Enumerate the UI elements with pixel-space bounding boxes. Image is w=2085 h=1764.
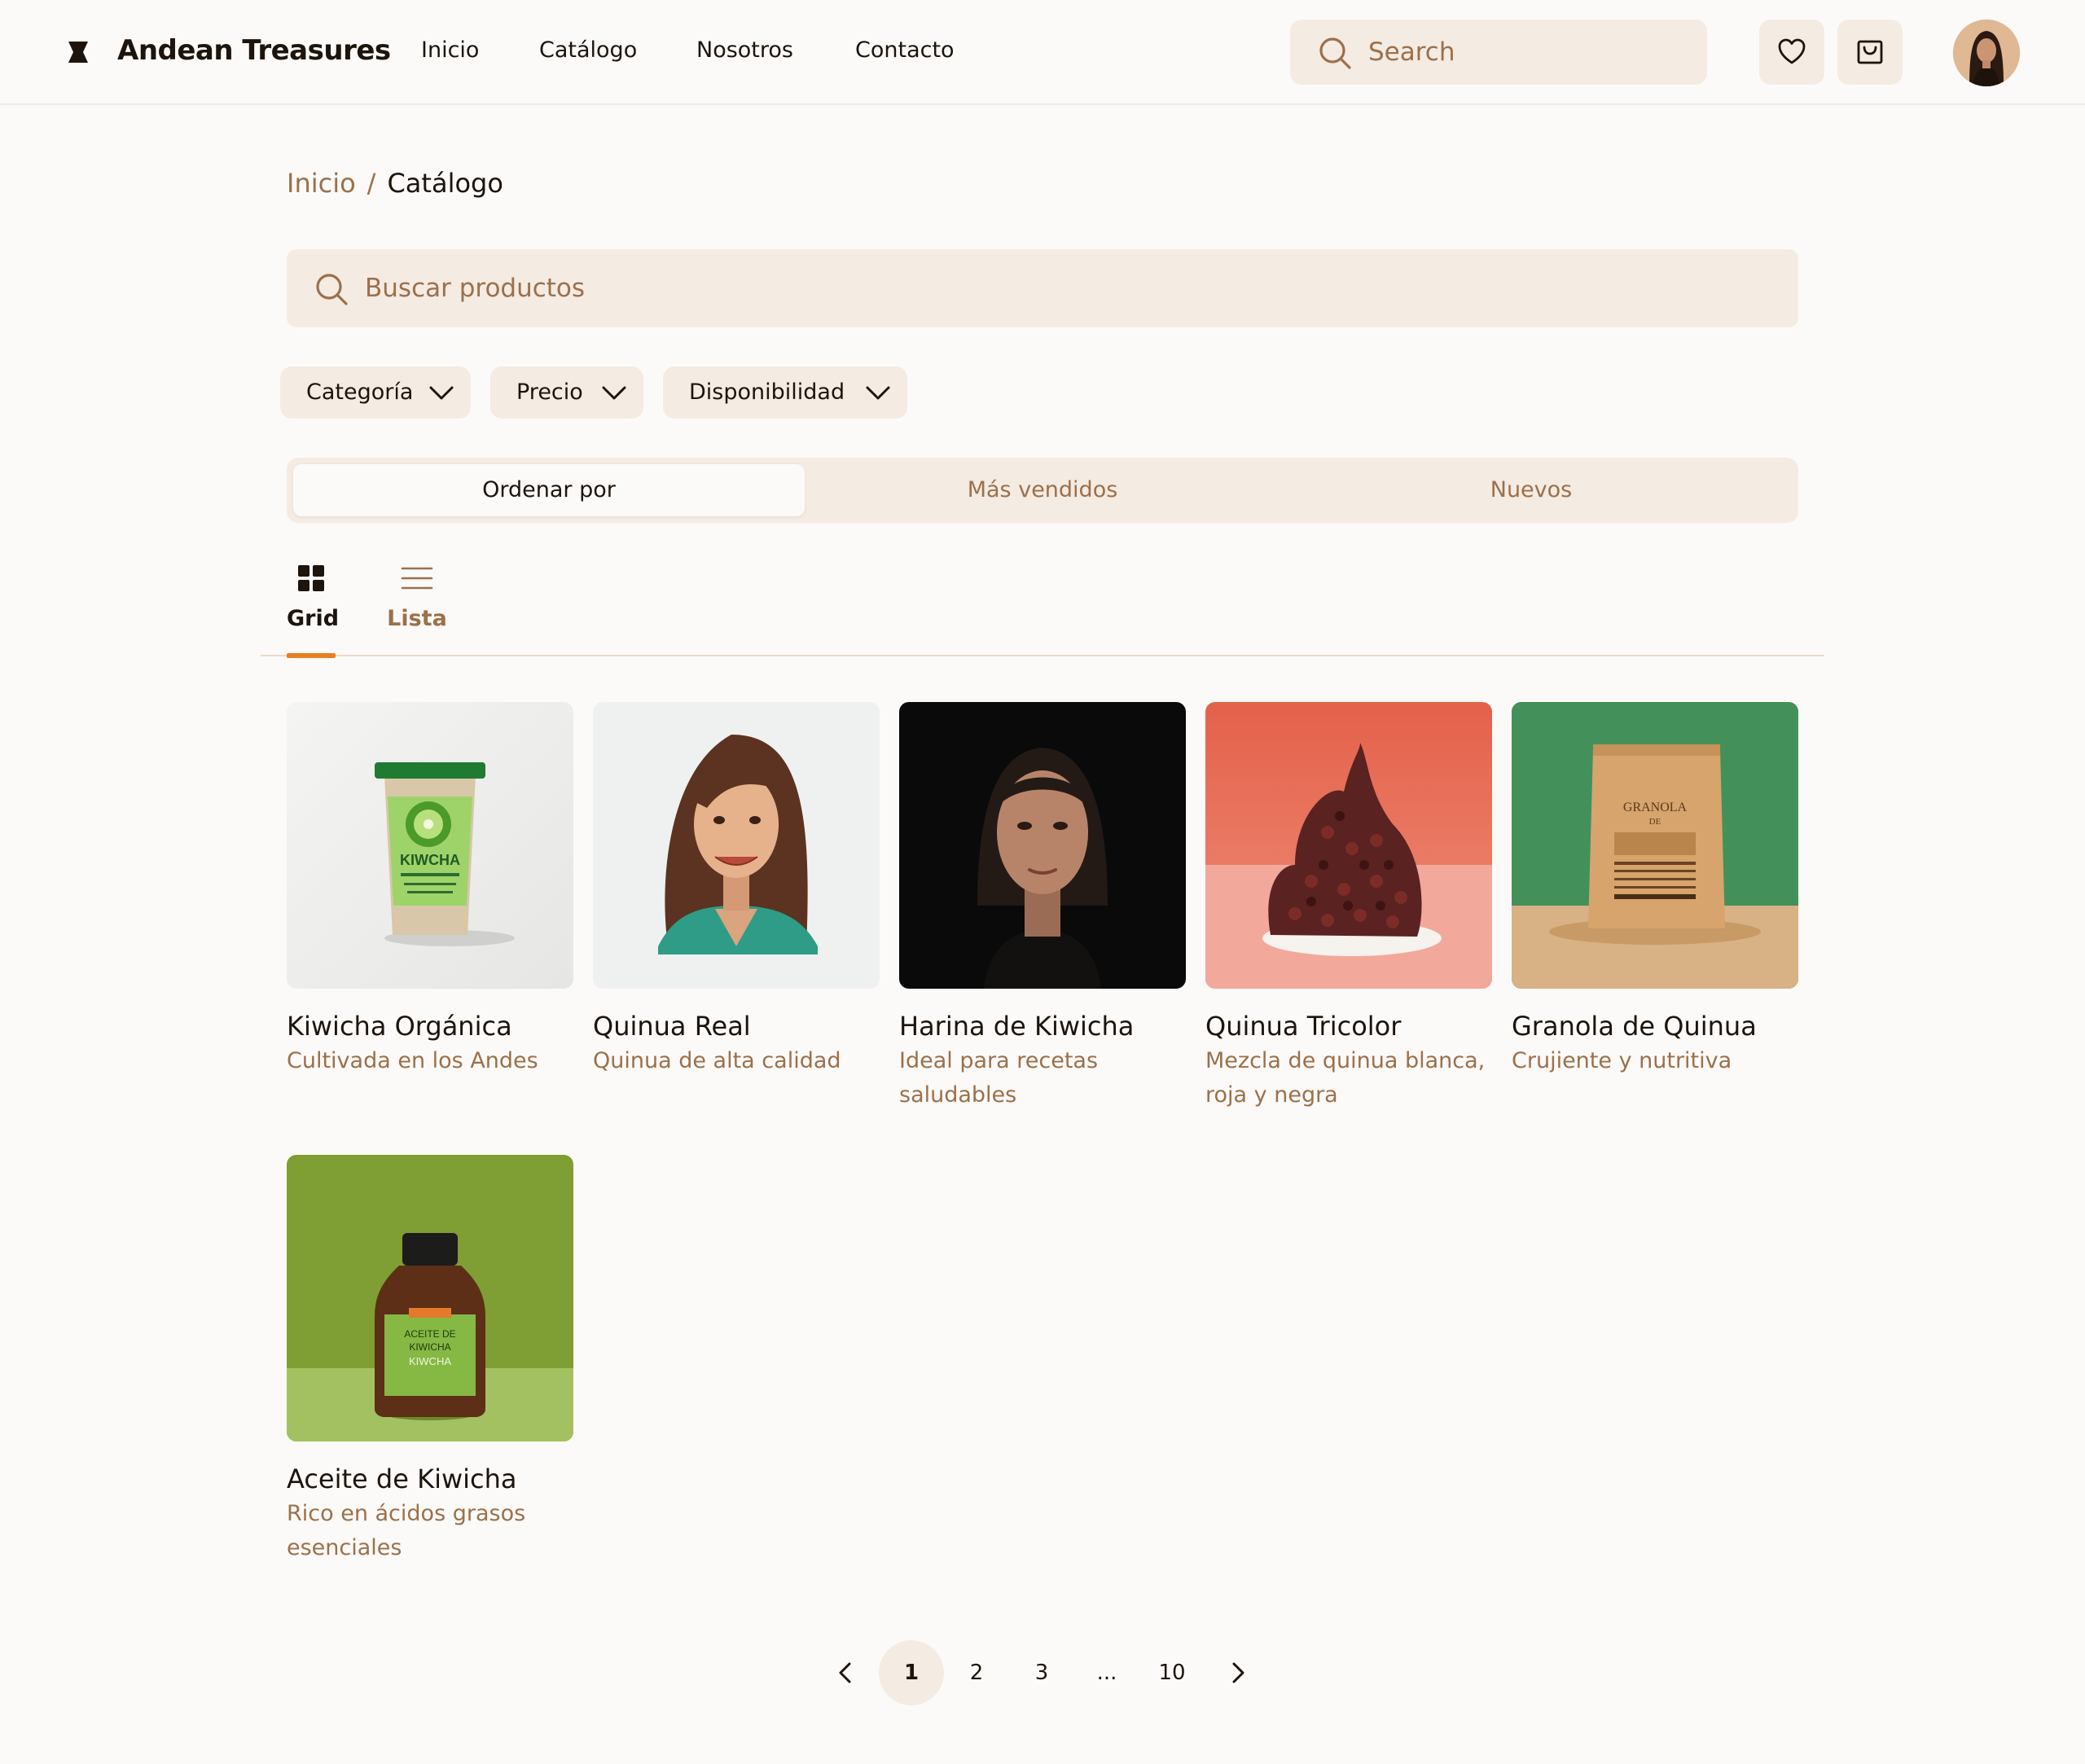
product-description: Cultivada en los Andes (287, 1048, 538, 1073)
page-button[interactable]: 1 (879, 1640, 944, 1705)
package-label: DE (1649, 817, 1661, 827)
product-description: Quinua de alta calidad (593, 1048, 841, 1073)
filter-precio-label: Precio (516, 380, 583, 405)
brand-name[interactable]: Andean Treasures (117, 31, 391, 70)
product-image (899, 702, 1186, 989)
wishlist-button[interactable] (1759, 20, 1824, 85)
product-card[interactable]: Quinua Real Quinua de alta calidad (593, 702, 880, 1078)
product-name: Granola de Quinua (1512, 1011, 1757, 1042)
chevron-down-icon (602, 386, 626, 400)
logo-icon (68, 42, 88, 63)
header-search[interactable] (1290, 20, 1707, 85)
product-image: ACEITE DE KIWICHA KIWCHA (287, 1155, 573, 1441)
product-image (593, 702, 880, 989)
product-name: Aceite de Kiwicha (287, 1463, 517, 1494)
tab-grid[interactable]: Grid (287, 554, 340, 658)
tab-list[interactable]: Lista (386, 554, 448, 656)
page-button[interactable]: 3 (1009, 1640, 1074, 1705)
nav-contacto[interactable]: Contacto (855, 33, 955, 68)
product-description: Rico en ácidos grasos esenciales (287, 1501, 526, 1560)
package-label: ACEITE DE (404, 1328, 455, 1340)
avatar-image (1953, 20, 2020, 86)
package-label: KIWICHA (409, 1341, 450, 1353)
product-description: Mezcla de quinua blanca, roja y negra (1205, 1048, 1486, 1108)
breadcrumb-current: Catálogo (387, 168, 503, 199)
next-page-button[interactable] (1205, 1640, 1271, 1705)
product-name: Kiwicha Orgánica (287, 1011, 512, 1042)
filter-disponibilidad[interactable]: Disponibilidad (663, 366, 907, 419)
filter-precio[interactable]: Precio (490, 366, 643, 419)
product-image: KIWCHA (287, 702, 573, 989)
page-ellipsis: ... (1096, 1661, 1117, 1685)
product-card[interactable]: ACEITE DE KIWICHA KIWCHA Aceite de Kiwic… (287, 1155, 573, 1565)
product-name: Quinua Tricolor (1205, 1011, 1402, 1042)
filter-categoria-label: Categoría (306, 380, 414, 405)
product-search[interactable] (287, 249, 1798, 327)
breadcrumb-home[interactable]: Inicio (287, 168, 356, 199)
product-card[interactable]: Harina de Kiwicha Ideal para recetas sal… (899, 702, 1186, 1112)
nav-inicio[interactable]: Inicio (421, 33, 479, 68)
search-icon (316, 274, 348, 305)
product-name: Harina de Kiwicha (899, 1011, 1135, 1042)
shopping-bag-icon (1857, 40, 1883, 64)
product-description: Ideal para recetas saludables (899, 1048, 1099, 1108)
product-image: GRANOLA DE (1512, 702, 1798, 989)
product-card[interactable]: Quinua Tricolor Mezcla de quinua blanca,… (1205, 702, 1492, 1112)
product-card[interactable]: GRANOLA DE Granola de Quinua Crujiente y… (1512, 702, 1798, 1078)
tab-list-label: Lista (387, 606, 447, 631)
nav-catalogo[interactable]: Catálogo (539, 33, 637, 68)
cart-button[interactable] (1837, 20, 1903, 85)
product-card[interactable]: KIWCHA Kiwicha Orgánica Cultivada en los… (287, 702, 573, 1078)
user-avatar[interactable] (1953, 20, 2020, 86)
product-search-input[interactable] (365, 267, 1749, 309)
active-tab-indicator (287, 653, 336, 658)
sort-segmented-control: Ordenar por Más vendidos Nuevos (287, 458, 1798, 523)
chevron-left-icon (839, 1662, 851, 1683)
sort-nuevos[interactable]: Nuevos (1287, 464, 1776, 516)
product-image (1205, 702, 1492, 989)
top-header: Andean Treasures Inicio Catálogo Nosotro… (0, 0, 2085, 105)
package-label: KIWCHA (400, 852, 460, 868)
nav-nosotros[interactable]: Nosotros (696, 33, 793, 68)
page-button[interactable]: 2 (944, 1640, 1009, 1705)
product-name: Quinua Real (593, 1011, 751, 1042)
header-search-input[interactable] (1368, 31, 1686, 73)
page-button[interactable]: 10 (1139, 1640, 1205, 1705)
chevron-down-icon (429, 386, 454, 400)
view-tabs: Grid Lista (261, 554, 1824, 658)
package-label: GRANOLA (1623, 801, 1688, 814)
sort-ordenar-por[interactable]: Ordenar por (293, 464, 805, 516)
chevron-down-icon (866, 386, 890, 400)
tab-grid-label: Grid (287, 606, 340, 631)
product-description: Crujiente y nutritiva (1512, 1048, 1732, 1073)
search-icon (1319, 37, 1351, 69)
heart-icon (1778, 38, 1806, 64)
chevron-right-icon (1232, 1662, 1244, 1683)
sort-mas-vendidos[interactable]: Más vendidos (814, 464, 1271, 516)
list-icon (401, 567, 433, 590)
filter-categoria[interactable]: Categoría (280, 366, 471, 419)
prev-page-button[interactable] (813, 1640, 878, 1705)
breadcrumb: Inicio / Catálogo (287, 165, 503, 202)
breadcrumb-separator: / (367, 168, 376, 199)
filter-disponibilidad-label: Disponibilidad (689, 380, 845, 405)
grid-icon (298, 565, 324, 591)
package-label: KIWCHA (409, 1355, 451, 1367)
